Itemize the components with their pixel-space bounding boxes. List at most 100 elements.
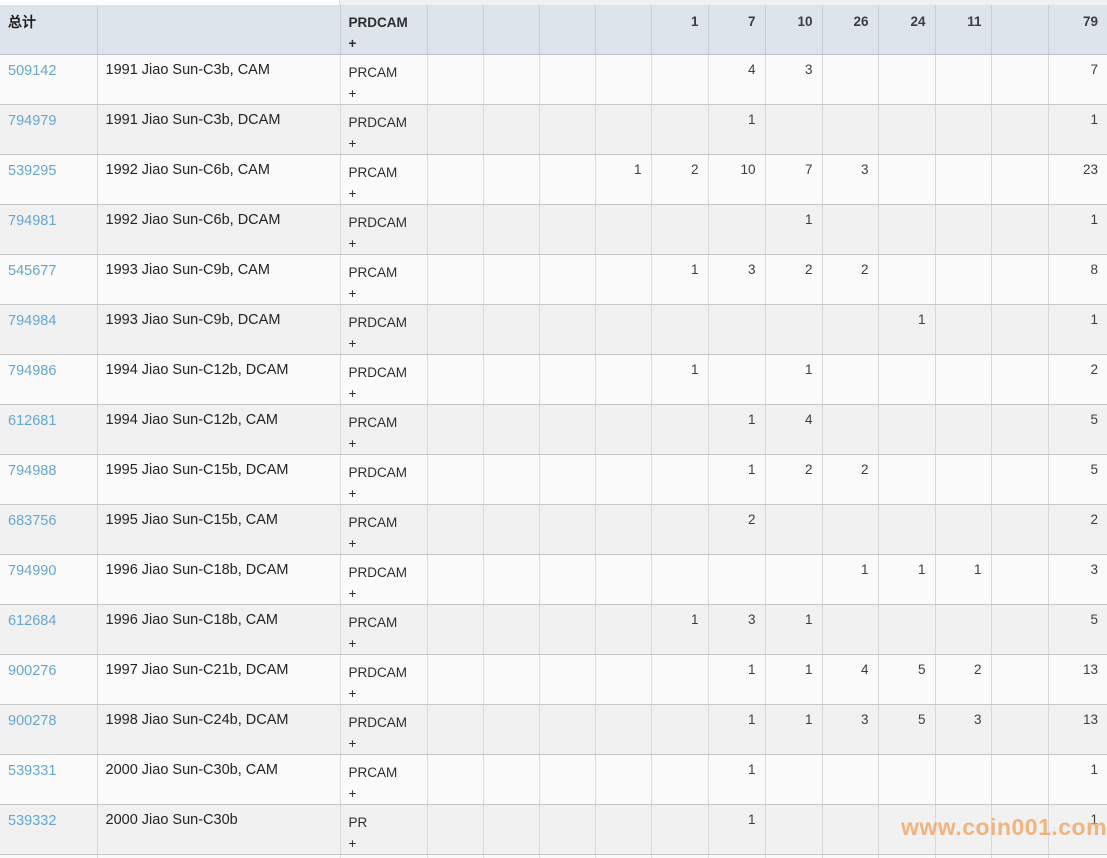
total-desc-cell: [97, 5, 341, 55]
table-row: 509142 1991 Jiao Sun-C3b, CAM PRCAM + 4 …: [0, 54, 1107, 105]
value-cell: [651, 104, 709, 155]
row-code-text: PRDCAM: [348, 115, 408, 130]
value-cell: [483, 204, 540, 255]
value-cell: [427, 154, 484, 205]
value-cell: [595, 304, 652, 355]
value-cell: [539, 704, 596, 755]
row-total-cell: 2: [1048, 354, 1107, 405]
value-cell: [991, 454, 1049, 505]
row-id-link[interactable]: 545677: [8, 263, 56, 279]
value-cell: [878, 754, 936, 805]
total-value-cell: 10: [765, 5, 823, 55]
row-code-text: PRDCAM: [348, 215, 408, 230]
row-code-text: PR: [348, 815, 368, 830]
row-id-cell: 794979: [0, 104, 98, 155]
row-id-link[interactable]: 794988: [8, 463, 56, 479]
value-cell: [651, 854, 709, 858]
row-code-plus: +: [348, 186, 357, 201]
value-cell: [427, 504, 484, 555]
value-cell: [878, 254, 936, 305]
value-cell: [539, 754, 596, 805]
value-cell: [991, 754, 1049, 805]
scrolled-row-edge: [0, 0, 1107, 5]
value-cell: [878, 454, 936, 505]
row-id-link[interactable]: 794990: [8, 563, 56, 579]
value-cell: [822, 804, 879, 855]
value-cell: [427, 404, 484, 455]
value-cell: [935, 304, 992, 355]
value-cell: [539, 204, 596, 255]
row-code-cell: PRDCAM +: [340, 654, 428, 705]
value-cell: [539, 854, 596, 858]
row-id-cell: 612684: [0, 604, 98, 655]
value-cell: 1: [765, 654, 823, 705]
row-id-link[interactable]: 900276: [8, 663, 56, 679]
row-total-cell: 1: [1048, 304, 1107, 355]
value-cell: [427, 354, 484, 405]
value-cell: [539, 304, 596, 355]
row-description: 1993 Jiao Sun-C9b, CAM: [97, 254, 341, 305]
value-cell: 2: [765, 254, 823, 305]
row-code-cell: PRCAM +: [340, 154, 428, 205]
row-code-cell: PRDCAM +: [340, 854, 428, 858]
value-cell: [878, 354, 936, 405]
row-id-link[interactable]: 539331: [8, 763, 56, 779]
row-code-plus: +: [348, 686, 357, 701]
row-total-cell: 26: [1048, 854, 1107, 858]
row-id-link[interactable]: 683756: [8, 513, 56, 529]
value-cell: [991, 654, 1049, 705]
row-id-link[interactable]: 612684: [8, 613, 56, 629]
value-cell: [991, 504, 1049, 555]
row-id-link[interactable]: 539295: [8, 163, 56, 179]
value-cell: [878, 604, 936, 655]
row-id-cell: 539295: [0, 154, 98, 205]
row-id-cell: 794981: [0, 204, 98, 255]
row-id-link[interactable]: 509142: [8, 63, 56, 79]
value-cell: [539, 254, 596, 305]
value-cell: [651, 704, 709, 755]
row-id-link[interactable]: 794984: [8, 313, 56, 329]
value-cell: [595, 404, 652, 455]
value-cell: [483, 804, 540, 855]
table-row: 545677 1993 Jiao Sun-C9b, CAM PRCAM + 1 …: [0, 254, 1107, 305]
value-cell: [765, 554, 823, 605]
value-cell: [822, 404, 879, 455]
row-id-cell: 539332: [0, 804, 98, 855]
value-cell: [539, 804, 596, 855]
value-cell: [935, 504, 992, 555]
total-value-cell: [483, 5, 540, 55]
row-id-link[interactable]: 794979: [8, 113, 56, 129]
value-cell: 1: [708, 104, 766, 155]
value-cell: [822, 754, 879, 805]
total-row: 总计 PRDCAM + 1 7 10 26 24 11 79: [0, 5, 1107, 55]
row-id-link[interactable]: 539332: [8, 813, 56, 829]
value-cell: [651, 204, 709, 255]
row-id-link[interactable]: 900278: [8, 713, 56, 729]
row-code-plus: +: [348, 586, 357, 601]
row-id-link[interactable]: 794981: [8, 213, 56, 229]
value-cell: [539, 104, 596, 155]
row-code-cell: PRDCAM +: [340, 454, 428, 505]
row-description: 1992 Jiao Sun-C6b, CAM: [97, 154, 341, 205]
row-id-link[interactable]: 794986: [8, 363, 56, 379]
row-code-text: PRCAM: [348, 765, 398, 780]
row-code-plus: +: [348, 336, 357, 351]
row-description: 1994 Jiao Sun-C12b, DCAM: [97, 354, 341, 405]
total-code-cell: PRDCAM +: [340, 5, 428, 55]
table-row: 539331 2000 Jiao Sun-C30b, CAM PRCAM + 1…: [0, 754, 1107, 805]
pivot-table: 总计 PRDCAM + 1 7 10 26 24 11 79 509142 19…: [0, 5, 1107, 858]
value-cell: [878, 404, 936, 455]
value-cell: [595, 454, 652, 505]
row-description: 1995 Jiao Sun-C15b, CAM: [97, 504, 341, 555]
row-code-plus: +: [348, 136, 357, 151]
value-cell: [595, 804, 652, 855]
value-cell: 1: [878, 304, 936, 355]
value-cell: [708, 554, 766, 605]
row-id-link[interactable]: 612681: [8, 413, 56, 429]
value-cell: [651, 504, 709, 555]
row-id-cell: 509142: [0, 54, 98, 105]
value-cell: [483, 304, 540, 355]
row-code-text: PRCAM: [348, 615, 398, 630]
value-cell: 3: [708, 254, 766, 305]
value-cell: [483, 354, 540, 405]
